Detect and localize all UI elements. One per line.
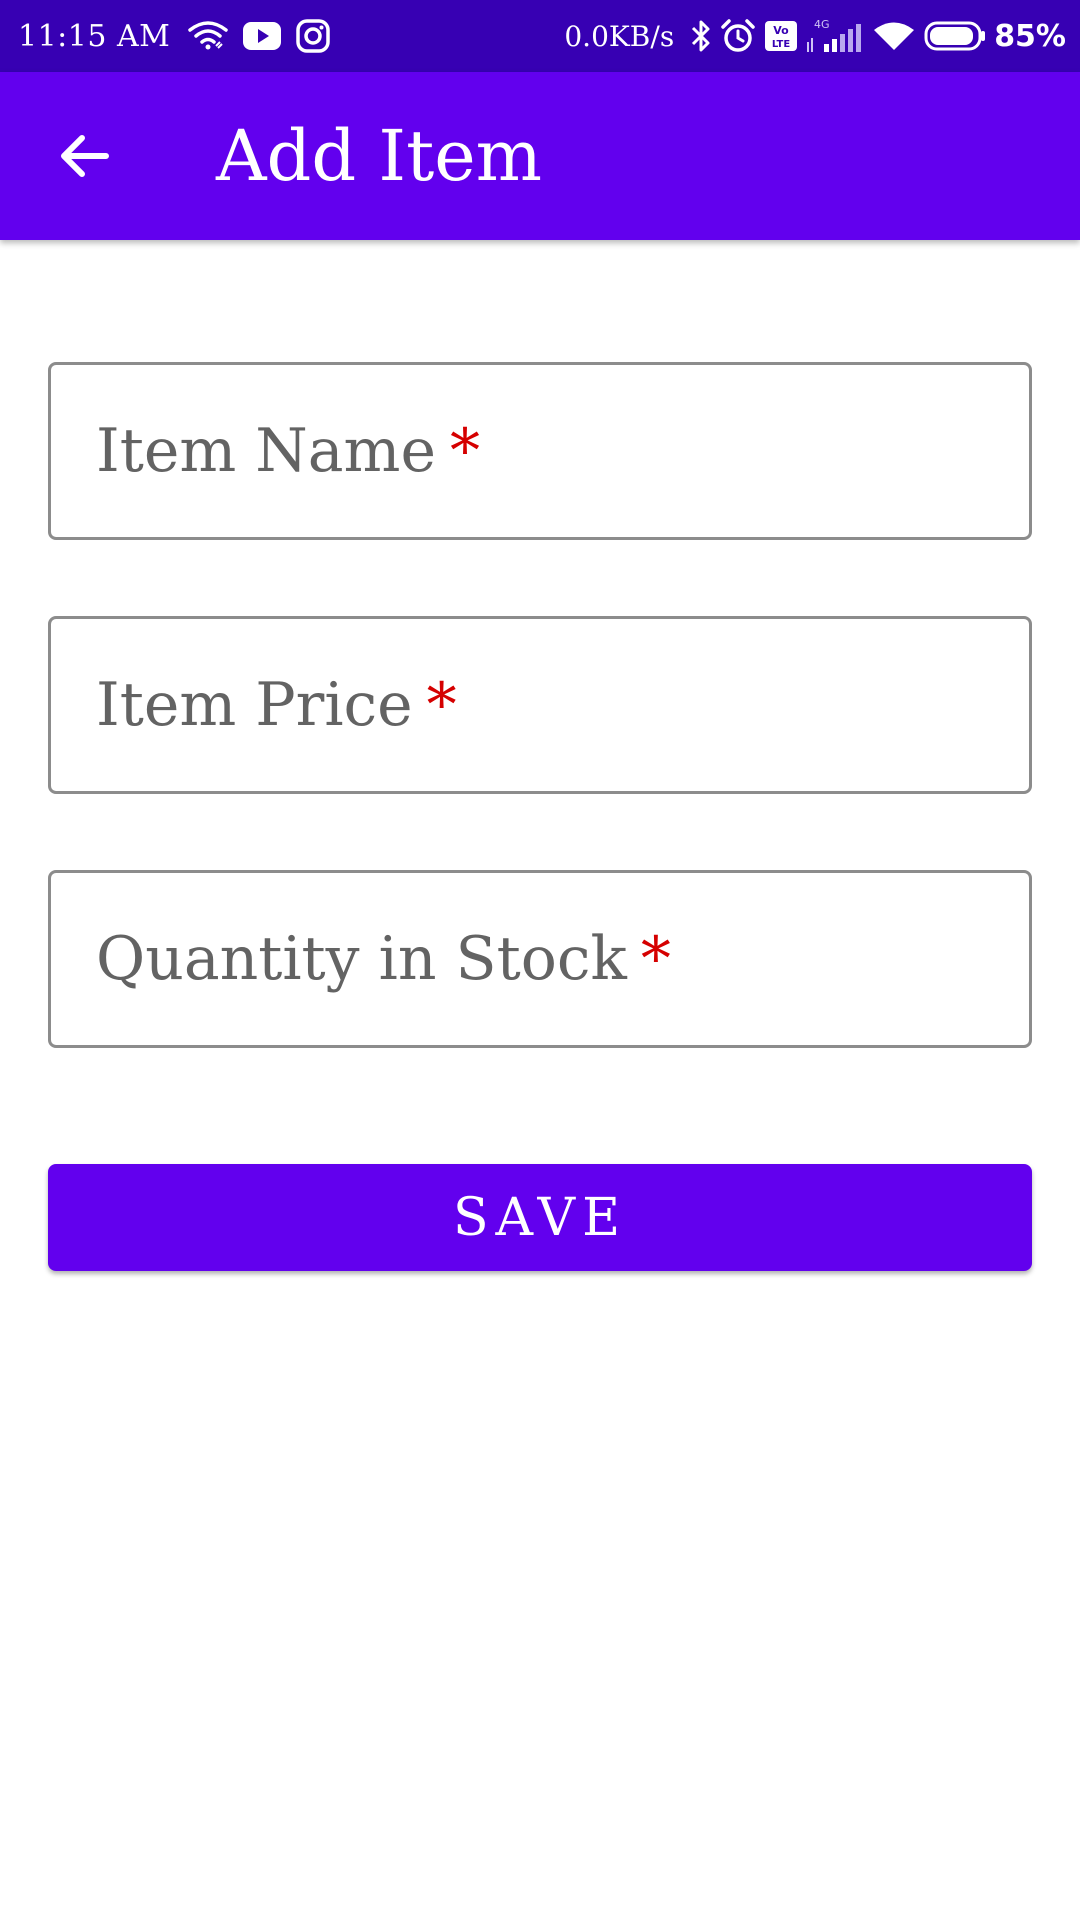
save-button[interactable]: SAVE <box>48 1164 1032 1271</box>
battery-icon <box>924 21 986 51</box>
item-price-field[interactable]: Item Price * <box>48 616 1032 794</box>
status-bar: 11:15 AM 0.0KB/s Vo LTE 4G 85% <box>0 0 1080 72</box>
arrow-back-icon <box>61 135 109 177</box>
network-speed: 0.0KB/s <box>564 19 675 53</box>
svg-text:Vo: Vo <box>773 24 789 37</box>
item-name-field[interactable]: Item Name * <box>48 362 1032 540</box>
status-notification-icons <box>188 19 344 53</box>
add-item-form: Item Name * Item Price * Quantity in Stock… <box>48 362 1032 1124</box>
status-system-icons: Vo LTE 4G 85% <box>682 18 1066 54</box>
page-title: Add Item <box>216 115 543 197</box>
back-button[interactable] <box>44 116 124 196</box>
status-time: 11:15 AM <box>18 18 171 54</box>
wifi-icon <box>872 20 916 52</box>
volte-icon: Vo LTE <box>764 20 798 52</box>
app-bar: Add Item <box>0 72 1080 240</box>
svg-text:4G: 4G <box>814 18 830 31</box>
cell-signal-4g-icon: 4G <box>806 18 864 54</box>
quantity-in-stock-field[interactable]: Quantity in Stock * <box>48 870 1032 1048</box>
alarm-icon <box>720 19 756 53</box>
battery-percent: 85% <box>994 18 1066 54</box>
bluetooth-icon <box>690 19 712 53</box>
item-price-input[interactable] <box>51 619 1029 791</box>
instagram-icon <box>296 19 331 53</box>
wifi-link-icon <box>188 20 229 52</box>
quantity-in-stock-input[interactable] <box>51 873 1029 1045</box>
svg-text:LTE: LTE <box>772 39 791 50</box>
item-name-input[interactable] <box>51 365 1029 537</box>
youtube-icon <box>242 21 282 51</box>
